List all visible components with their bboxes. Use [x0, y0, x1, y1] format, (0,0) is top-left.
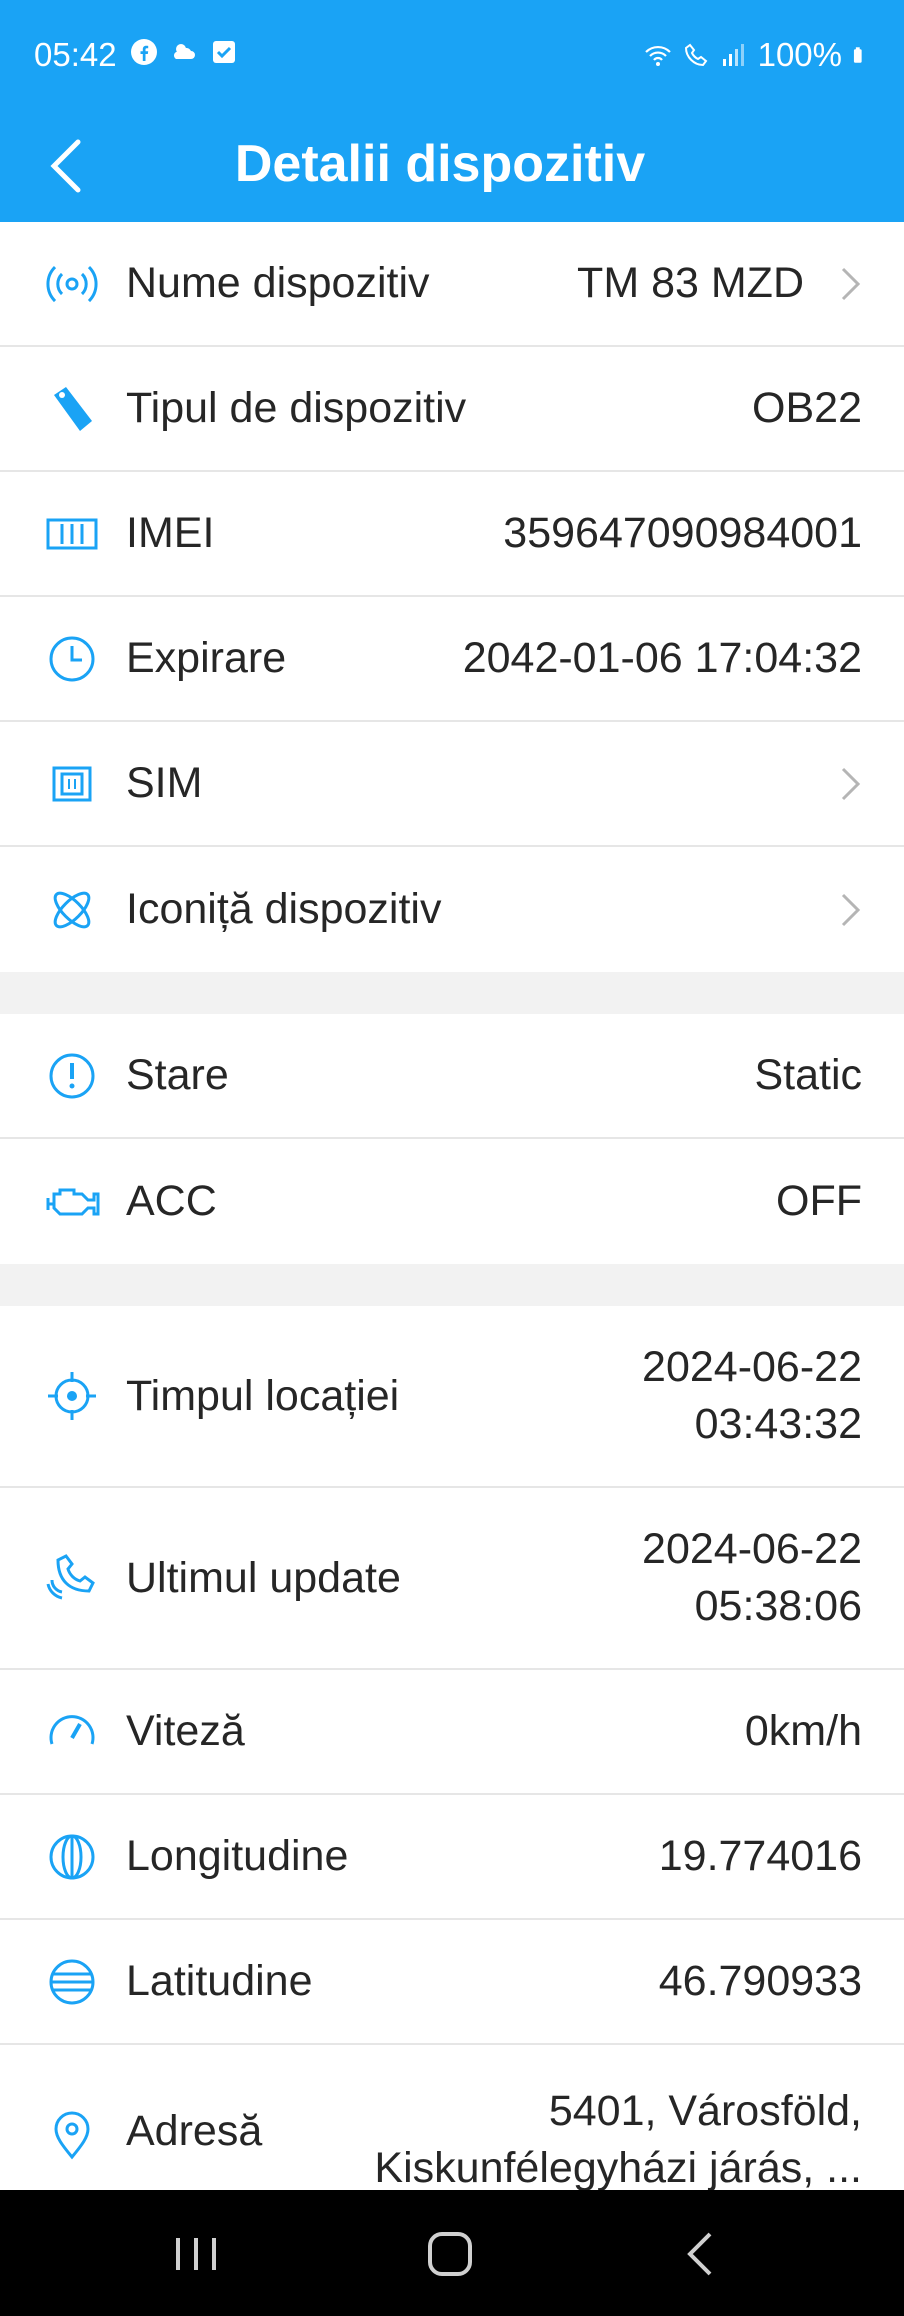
tag-icon	[54, 386, 92, 431]
row-label: IMEI	[126, 509, 215, 557]
address-line-2: Kiskunfélegyházi járás, ...	[374, 2144, 862, 2192]
row-latitude: Latitudine 46.790933	[0, 1920, 904, 2045]
page-title: Detalii dispozitiv	[234, 135, 646, 193]
status-right-icons: 100%	[644, 36, 870, 74]
status-time: 05:42	[34, 36, 117, 73]
wifi-call-icon	[684, 43, 707, 67]
value-date: 2024-06-22	[642, 1525, 862, 1573]
row-label: Viteză	[126, 1707, 245, 1755]
row-location-time: Timpul locației 2024-06-22 03:43:32	[0, 1306, 904, 1488]
device-info-section: Nume dispozitiv TM 83 MZD Tipul de dispo…	[0, 222, 904, 972]
row-label: Stare	[126, 1051, 229, 1099]
row-device-name[interactable]: Nume dispozitiv TM 83 MZD	[0, 222, 904, 347]
row-state: Stare Static	[0, 1014, 904, 1139]
row-value: 5401, Városföld, Kiskunfélegyházi járás,…	[302, 2083, 862, 2197]
weather-icon	[173, 44, 195, 59]
battery-percent: 100%	[757, 36, 842, 73]
row-label: Latitudine	[126, 1957, 313, 2005]
row-value: 359647090984001	[503, 509, 862, 557]
value-time: 03:43:32	[694, 1400, 862, 1448]
longitude-globe-icon	[49, 1834, 95, 1879]
app-bar: Detalii dispozitiv	[0, 110, 904, 222]
location-section: Timpul locației 2024-06-22 03:43:32 Ulti…	[0, 1306, 904, 2225]
system-nav-bar	[0, 2190, 904, 2316]
row-device-type: Tipul de dispozitiv OB22	[0, 347, 904, 472]
row-speed: Viteză 0km/h	[0, 1670, 904, 1795]
signal-wave-icon	[46, 1554, 95, 1600]
chevron-right-icon	[841, 893, 861, 926]
back-icon[interactable]	[672, 2224, 732, 2284]
engine-icon	[46, 1188, 100, 1215]
facebook-icon	[131, 39, 157, 65]
row-label: Expirare	[126, 634, 287, 682]
status-bar: 05:42 100%	[0, 0, 904, 110]
crosshair-icon	[48, 1372, 96, 1420]
home-icon[interactable]	[420, 2224, 480, 2284]
row-label: Timpul locației	[126, 1371, 400, 1420]
alert-circle-icon	[49, 1053, 95, 1098]
clock-icon	[49, 636, 95, 681]
speedometer-icon	[49, 1714, 95, 1744]
row-value: TM 83 MZD	[577, 259, 804, 307]
row-value: Static	[754, 1051, 862, 1099]
address-line-1: 5401, Városföld,	[548, 2087, 862, 2135]
row-longitude: Longitudine 19.774016	[0, 1795, 904, 1920]
row-sim[interactable]: SIM	[0, 722, 904, 847]
row-value: OFF	[776, 1177, 862, 1225]
row-label: SIM	[126, 759, 203, 807]
chevron-right-icon	[841, 267, 861, 300]
row-expiry: Expirare 2042-01-06 17:04:32	[0, 597, 904, 722]
barcode-icon	[46, 518, 98, 549]
sim-card-icon	[52, 766, 92, 801]
signal-icon	[722, 44, 744, 66]
row-label: Tipul de dispozitiv	[126, 384, 467, 432]
map-pin-icon	[54, 2111, 90, 2160]
row-label: Nume dispozitiv	[126, 259, 430, 307]
row-value: 2042-01-06 17:04:32	[462, 634, 862, 682]
antenna-icon	[46, 265, 98, 302]
row-label: Adresă	[126, 2107, 263, 2155]
value-time: 05:38:06	[694, 1582, 862, 1630]
row-value: OB22	[752, 384, 862, 432]
row-label: ACC	[126, 1177, 217, 1225]
battery-icon	[853, 47, 862, 63]
row-value: 2024-06-22 05:38:06	[642, 1521, 862, 1635]
row-imei: IMEI 359647090984001	[0, 472, 904, 597]
check-box-icon	[213, 41, 235, 63]
row-value: 19.774016	[658, 1832, 862, 1880]
device-status-section: Stare Static ACC OFF	[0, 1014, 904, 1264]
atom-icon	[53, 891, 91, 928]
row-acc: ACC OFF	[0, 1139, 904, 1264]
wifi-icon	[644, 45, 671, 66]
recent-apps-icon[interactable]	[166, 2224, 226, 2284]
row-value: 2024-06-22 03:43:32	[642, 1339, 862, 1453]
row-last-update: Ultimul update 2024-06-22 05:38:06	[0, 1488, 904, 1670]
status-left-icons	[130, 38, 238, 66]
row-label: Iconiță dispozitiv	[126, 885, 442, 933]
row-label: Longitudine	[126, 1832, 349, 1880]
row-device-icon[interactable]: Iconiță dispozitiv	[0, 847, 904, 972]
row-value: 0km/h	[744, 1707, 862, 1755]
chevron-right-icon	[841, 767, 861, 800]
row-value: 46.790933	[658, 1957, 862, 2005]
latitude-globe-icon	[49, 1959, 95, 2004]
value-date: 2024-06-22	[642, 1343, 862, 1391]
row-label: Ultimul update	[126, 1553, 401, 1602]
